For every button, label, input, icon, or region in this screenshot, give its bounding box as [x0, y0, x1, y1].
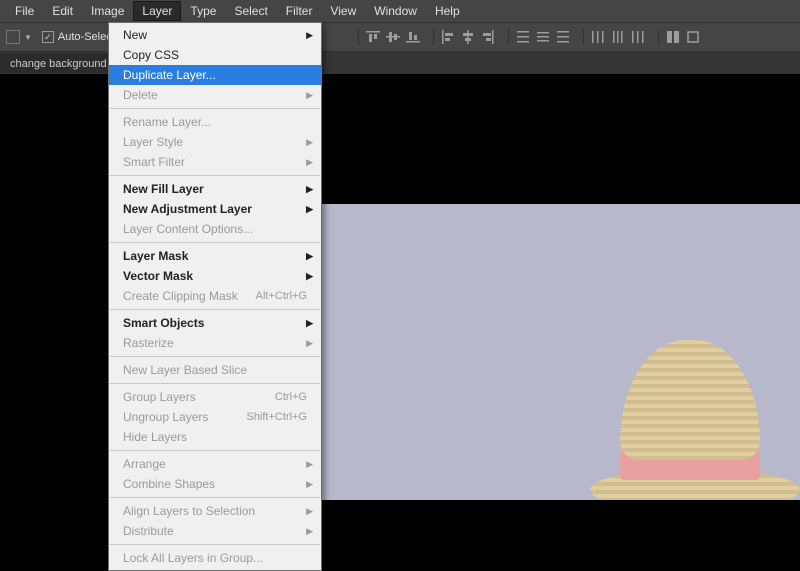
- menu-item-label: Layer Mask: [123, 249, 188, 263]
- menu-item-group-layers: Group Layers Ctrl+G: [109, 387, 321, 407]
- menu-help[interactable]: Help: [426, 1, 469, 21]
- menu-item-new[interactable]: New ▶: [109, 25, 321, 45]
- menu-item-label: Hide Layers: [123, 430, 187, 444]
- menu-item-shortcut: Alt+Ctrl+G: [256, 290, 307, 302]
- menu-item-duplicate-layer[interactable]: Duplicate Layer...: [109, 65, 321, 85]
- tool-preset-dropdown[interactable]: [6, 30, 20, 44]
- distribute-left-icon[interactable]: [590, 29, 606, 45]
- submenu-arrow-icon: ▶: [306, 526, 313, 537]
- menu-item-layer-mask[interactable]: Layer Mask ▶: [109, 246, 321, 266]
- menu-item-hide-layers: Hide Layers: [109, 427, 321, 447]
- menu-item-new-fill-layer[interactable]: New Fill Layer ▶: [109, 179, 321, 199]
- menu-file[interactable]: File: [6, 1, 43, 21]
- menubar: FileEditImageLayerTypeSelectFilterViewWi…: [0, 0, 800, 22]
- distribute-bottom-icon[interactable]: [555, 29, 571, 45]
- menu-window[interactable]: Window: [365, 1, 426, 21]
- submenu-arrow-icon: ▶: [306, 137, 313, 148]
- menu-layer[interactable]: Layer: [133, 1, 181, 21]
- menu-item-label: Group Layers: [123, 390, 196, 404]
- submenu-arrow-icon: ▶: [306, 30, 313, 41]
- submenu-arrow-icon: ▶: [306, 184, 313, 195]
- menu-item-create-clipping-mask: Create Clipping Mask Alt+Ctrl+G: [109, 286, 321, 306]
- menu-item-label: Copy CSS: [123, 48, 179, 62]
- menu-item-label: New Layer Based Slice: [123, 363, 247, 377]
- menu-item-label: Arrange: [123, 457, 166, 471]
- alignment-toolbar: [358, 29, 707, 45]
- menu-item-label: Vector Mask: [123, 269, 193, 283]
- distribute-vcenter-icon[interactable]: [535, 29, 551, 45]
- align-hcenter-icon[interactable]: [460, 29, 476, 45]
- document-canvas[interactable]: [322, 204, 800, 500]
- menu-item-rasterize: Rasterize ▶: [109, 333, 321, 353]
- align-top-icon[interactable]: [365, 29, 381, 45]
- submenu-arrow-icon: ▶: [306, 338, 313, 349]
- submenu-arrow-icon: ▶: [306, 157, 313, 168]
- menu-filter[interactable]: Filter: [277, 1, 322, 21]
- menu-item-layer-style: Layer Style ▶: [109, 132, 321, 152]
- menu-item-label: Delete: [123, 88, 158, 102]
- distribute-top-icon[interactable]: [515, 29, 531, 45]
- menu-item-align-layers-to-selection: Align Layers to Selection ▶: [109, 501, 321, 521]
- align-right-icon[interactable]: [480, 29, 496, 45]
- menu-item-label: Duplicate Layer...: [123, 68, 216, 82]
- menu-item-label: New Adjustment Layer: [123, 202, 252, 216]
- menu-item-label: Layer Style: [123, 135, 183, 149]
- menu-item-smart-filter: Smart Filter ▶: [109, 152, 321, 172]
- menu-item-ungroup-layers: Ungroup Layers Shift+Ctrl+G: [109, 407, 321, 427]
- menu-item-new-adjustment-layer[interactable]: New Adjustment Layer ▶: [109, 199, 321, 219]
- menu-image[interactable]: Image: [82, 1, 133, 21]
- menu-item-label: Rasterize: [123, 336, 174, 350]
- canvas-image-hat: [580, 340, 800, 500]
- menu-item-label: Distribute: [123, 524, 174, 538]
- menu-edit[interactable]: Edit: [43, 1, 82, 21]
- menu-item-shortcut: Ctrl+G: [275, 391, 307, 403]
- menu-item-label: Create Clipping Mask: [123, 289, 238, 303]
- align-vcenter-icon[interactable]: [385, 29, 401, 45]
- menu-item-label: Ungroup Layers: [123, 410, 208, 424]
- submenu-arrow-icon: ▶: [306, 479, 313, 490]
- menu-item-new-layer-based-slice: New Layer Based Slice: [109, 360, 321, 380]
- menu-item-label: Lock All Layers in Group...: [123, 551, 263, 565]
- menu-item-vector-mask[interactable]: Vector Mask ▶: [109, 266, 321, 286]
- menu-item-label: Align Layers to Selection: [123, 504, 255, 518]
- submenu-arrow-icon: ▶: [306, 271, 313, 282]
- menu-item-layer-content-options: Layer Content Options...: [109, 219, 321, 239]
- menu-item-label: New Fill Layer: [123, 182, 204, 196]
- submenu-arrow-icon: ▶: [306, 459, 313, 470]
- menu-item-combine-shapes: Combine Shapes ▶: [109, 474, 321, 494]
- menu-item-smart-objects[interactable]: Smart Objects ▶: [109, 313, 321, 333]
- menu-item-shortcut: Shift+Ctrl+G: [246, 411, 307, 423]
- menu-item-label: Smart Objects: [123, 316, 204, 330]
- submenu-arrow-icon: ▶: [306, 506, 313, 517]
- menu-item-delete: Delete ▶: [109, 85, 321, 105]
- menu-item-label: Smart Filter: [123, 155, 185, 169]
- menu-item-copy-css[interactable]: Copy CSS: [109, 45, 321, 65]
- menu-item-arrange: Arrange ▶: [109, 454, 321, 474]
- menu-item-label: Combine Shapes: [123, 477, 215, 491]
- menu-item-rename-layer: Rename Layer...: [109, 112, 321, 132]
- menu-item-label: New: [123, 28, 147, 42]
- auto-align-icon[interactable]: [665, 29, 681, 45]
- menu-type[interactable]: Type: [181, 1, 225, 21]
- submenu-arrow-icon: ▶: [306, 204, 313, 215]
- distribute-hcenter-icon[interactable]: [610, 29, 626, 45]
- chevron-down-icon: ▼: [24, 33, 32, 42]
- auto-select-checkbox[interactable]: ✓: [42, 31, 54, 43]
- menu-select[interactable]: Select: [225, 1, 276, 21]
- menu-item-distribute: Distribute ▶: [109, 521, 321, 541]
- menu-view[interactable]: View: [321, 1, 365, 21]
- menu-item-lock-all-layers-in-group: Lock All Layers in Group...: [109, 548, 321, 568]
- align-left-icon[interactable]: [440, 29, 456, 45]
- submenu-arrow-icon: ▶: [306, 90, 313, 101]
- distribute-right-icon[interactable]: [630, 29, 646, 45]
- layer-menu-dropdown: New ▶ Copy CSS Duplicate Layer... Delete ▶ Ren…: [108, 22, 322, 571]
- menu-item-label: Rename Layer...: [123, 115, 211, 129]
- 3d-mode-icon[interactable]: [685, 29, 701, 45]
- align-bottom-icon[interactable]: [405, 29, 421, 45]
- submenu-arrow-icon: ▶: [306, 318, 313, 329]
- menu-item-label: Layer Content Options...: [123, 222, 253, 236]
- submenu-arrow-icon: ▶: [306, 251, 313, 262]
